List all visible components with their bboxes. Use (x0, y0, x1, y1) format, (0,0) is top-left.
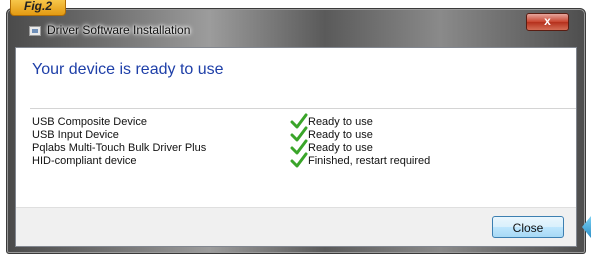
close-button[interactable]: Close (492, 216, 564, 238)
dialog-footer: Close (16, 207, 576, 246)
window-title: Driver Software Installation (47, 23, 191, 37)
list-item: HID-compliant device Finished, restart r… (32, 152, 572, 168)
divider (30, 108, 576, 109)
status-text: Ready to use (308, 129, 373, 141)
check-icon (290, 152, 308, 168)
status-text: Ready to use (308, 116, 373, 128)
device-name: USB Input Device (32, 129, 119, 141)
title-bar[interactable]: Driver Software Installation x (7, 9, 585, 47)
dialog-window: Driver Software Installation x Your devi… (6, 8, 586, 254)
device-name: Pqlabs Multi-Touch Bulk Driver Plus (32, 142, 207, 154)
device-list: USB Composite Device Ready to use USB In… (32, 113, 572, 168)
device-name: USB Composite Device (32, 116, 147, 128)
dialog-content: Your device is ready to use USB Composit… (15, 47, 577, 247)
device-status: Ready to use (290, 113, 373, 129)
device-status: Ready to use (290, 126, 373, 142)
figure-label: Fig.2 (10, 0, 66, 16)
device-status: Finished, restart required (290, 152, 431, 168)
page-title: Your device is ready to use (32, 61, 224, 78)
window-app-icon (29, 26, 41, 36)
status-text: Finished, restart required (308, 155, 431, 167)
device-status: Ready to use (290, 139, 373, 155)
status-text: Ready to use (308, 142, 373, 154)
device-name: HID-compliant device (32, 155, 137, 167)
window-close-button[interactable]: x (526, 13, 569, 31)
